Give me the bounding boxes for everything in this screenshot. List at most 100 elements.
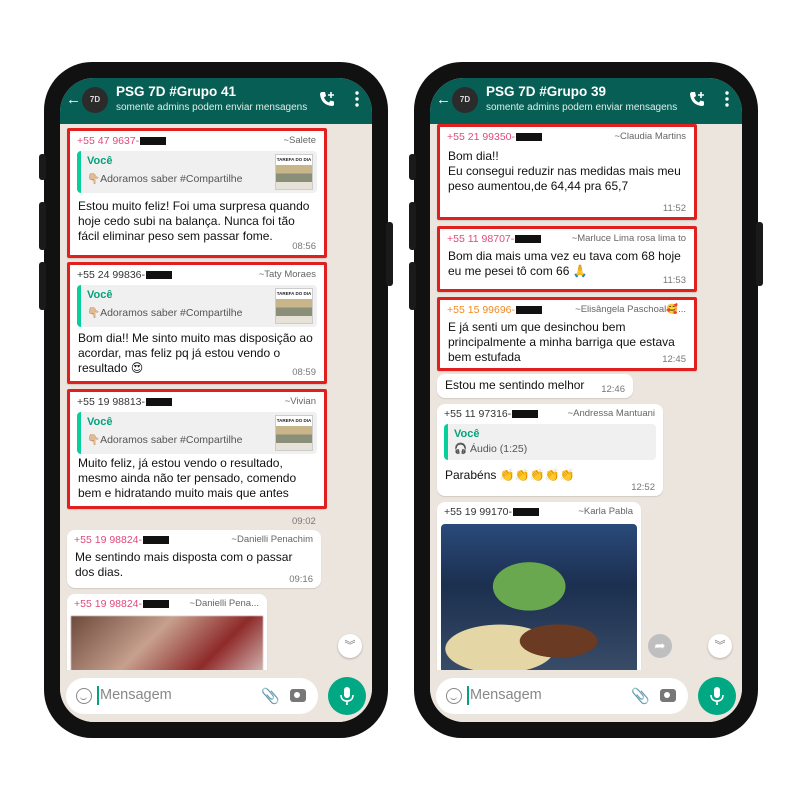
message-input[interactable]: Mensagem — [100, 687, 172, 703]
message-bubble[interactable]: Estou me sentindo melhor 12:46 — [437, 374, 633, 398]
forward-icon[interactable]: ➦ — [648, 634, 672, 658]
quote-author: Você — [87, 289, 113, 301]
sender-number: +55 11 98707- — [447, 233, 542, 245]
add-call-icon[interactable] — [318, 90, 336, 108]
quote-thumbnail: TAREFA DO DIA — [275, 154, 313, 190]
message-input[interactable]: Mensagem — [470, 687, 542, 703]
message-bubble[interactable]: +55 19 98824- ~Danielli Pena... — [67, 594, 267, 670]
emoji-icon[interactable] — [446, 688, 462, 704]
more-options-icon[interactable] — [354, 90, 360, 108]
sender-alias: ~Claudia Martins — [614, 131, 686, 142]
sender-number: +55 19 99170- — [444, 506, 540, 518]
quote-thumbnail: TAREFA DO DIA — [275, 288, 313, 324]
camera-icon[interactable] — [660, 689, 676, 702]
sender-alias: ~Salete — [283, 135, 317, 146]
image-attachment[interactable] — [71, 616, 263, 670]
quote-text: 🎧 Áudio (1:25) — [454, 443, 528, 455]
sender-number: +55 11 97316- — [444, 408, 539, 420]
chat-header: ← 7D PSG 7D #Grupo 41 somente admins pod… — [60, 78, 372, 124]
image-attachment[interactable] — [441, 524, 637, 670]
sender-number: +55 47 9637- — [77, 135, 167, 147]
phone-left: ← 7D PSG 7D #Grupo 41 somente admins pod… — [39, 62, 393, 738]
message-text: Muito feliz, já estou vendo o resultado,… — [78, 456, 297, 500]
microphone-icon — [710, 687, 724, 705]
message-bubble[interactable]: +55 15 99696- ~Elisângela Paschoal🥰... E… — [437, 297, 697, 371]
message-time: 09:02 — [292, 516, 316, 527]
message-time: 12:52 — [631, 482, 655, 493]
back-arrow-icon[interactable]: ← — [66, 91, 81, 108]
message-bubble[interactable]: +55 19 98824- ~Danielli Penachim Me sent… — [67, 530, 321, 588]
quoted-message[interactable]: Você 👇🏼Adoramos saber #Compartilhe TAREF… — [77, 285, 317, 327]
attach-icon[interactable]: 📎 — [631, 687, 650, 705]
message-text: Bom dia!! Eu consegui reduzir nas medida… — [448, 149, 681, 193]
more-options-icon[interactable] — [724, 90, 730, 108]
composer-bar: Mensagem 📎 — [430, 670, 742, 722]
quote-author: Você — [87, 155, 113, 167]
group-subtitle: somente admins podem enviar mensagens — [486, 102, 678, 113]
message-time: 09:16 — [289, 574, 313, 585]
quoted-message[interactable]: Você 🎧 Áudio (1:25) — [444, 424, 656, 460]
chat-screen: ← 7D PSG 7D #Grupo 39 somente admins pod… — [430, 78, 742, 722]
group-title[interactable]: PSG 7D #Grupo 39 — [486, 84, 606, 99]
phone-side-button — [409, 202, 416, 250]
scroll-down-icon[interactable]: ︾ — [338, 634, 362, 658]
quote-text: 👇🏼Adoramos saber #Compartilhe — [87, 307, 243, 319]
add-call-icon[interactable] — [688, 90, 706, 108]
text-caret — [97, 686, 99, 705]
message-input-box[interactable]: Mensagem 📎 — [66, 678, 318, 714]
phone-side-button — [756, 222, 763, 286]
mic-button[interactable] — [328, 677, 366, 715]
phone-side-button — [386, 222, 393, 286]
group-avatar[interactable]: 7D — [452, 87, 478, 113]
message-list[interactable]: +55 47 9637- ~Salete Você 👇🏼Adoramos sab… — [60, 124, 372, 670]
quoted-message[interactable]: Você 👇🏼Adoramos saber #Compartilhe TAREF… — [77, 412, 317, 454]
sender-alias: ~Danielli Pena... — [189, 598, 259, 609]
message-input-box[interactable]: Mensagem 📎 — [436, 678, 688, 714]
sender-alias: ~Marluce Lima rosa lima to — [571, 233, 686, 244]
message-text: Estou muito feliz! Foi uma surpresa quan… — [78, 199, 310, 243]
scroll-down-icon[interactable]: ︾ — [708, 634, 732, 658]
phone-side-button — [409, 262, 416, 310]
quote-text: 👇🏼Adoramos saber #Compartilhe — [87, 173, 243, 185]
message-bubble[interactable]: +55 47 9637- ~Salete Você 👇🏼Adoramos sab… — [67, 128, 327, 258]
message-text: Bom dia mais uma vez eu tava com 68 hoje… — [448, 249, 681, 278]
phone-right: ← 7D PSG 7D #Grupo 39 somente admins pod… — [409, 62, 763, 738]
attach-icon[interactable]: 📎 — [261, 687, 280, 705]
group-avatar[interactable]: 7D — [82, 87, 108, 113]
quote-author: Você — [87, 416, 113, 428]
back-arrow-icon[interactable]: ← — [436, 91, 451, 108]
composer-bar: Mensagem 📎 — [60, 670, 372, 722]
message-text: Estou me sentindo melhor — [445, 378, 585, 392]
message-text: Bom dia!! Me sinto muito mas disposição … — [78, 331, 313, 375]
phone-side-button — [39, 154, 46, 180]
camera-icon[interactable] — [290, 689, 306, 702]
chat-header: ← 7D PSG 7D #Grupo 39 somente admins pod… — [430, 78, 742, 124]
message-time: 08:59 — [292, 367, 316, 378]
message-bubble[interactable]: +55 11 97316- ~Andressa Mantuani Você 🎧 … — [437, 404, 663, 496]
microphone-icon — [340, 687, 354, 705]
quote-text: 👇🏼Adoramos saber #Compartilhe — [87, 434, 243, 446]
message-bubble[interactable]: +55 21 99350- ~Claudia Martins Bom dia!!… — [437, 124, 697, 220]
phone-side-button — [39, 202, 46, 250]
message-list[interactable]: +55 21 99350- ~Claudia Martins Bom dia!!… — [430, 124, 742, 670]
chat-screen: ← 7D PSG 7D #Grupo 41 somente admins pod… — [60, 78, 372, 722]
emoji-icon[interactable] — [76, 688, 92, 704]
mic-button[interactable] — [698, 677, 736, 715]
message-text: Me sentindo mais disposta com o passar d… — [75, 550, 293, 579]
message-text: Parabéns 👏👏👏👏👏 — [445, 468, 575, 482]
message-bubble[interactable]: +55 11 98707- ~Marluce Lima rosa lima to… — [437, 226, 697, 292]
quote-author: Você — [454, 428, 480, 440]
message-time: 11:52 — [662, 203, 686, 214]
phone-side-button — [39, 262, 46, 310]
message-bubble[interactable]: +55 19 98813- ~Vivian Você 👇🏼Adoramos sa… — [67, 389, 327, 509]
message-bubble[interactable]: +55 19 99170- ~Karla Pabla — [437, 502, 641, 670]
group-title[interactable]: PSG 7D #Grupo 41 — [116, 84, 236, 99]
message-time: 11:53 — [662, 275, 686, 286]
message-bubble[interactable]: +55 24 99836- ~Taty Moraes Você 👇🏼Adoram… — [67, 262, 327, 384]
sender-alias: ~Karla Pabla — [578, 506, 633, 517]
message-time: 12:46 — [601, 384, 625, 395]
sender-number: +55 24 99836- — [77, 269, 173, 281]
sender-alias: ~Vivian — [284, 396, 316, 407]
quoted-message[interactable]: Você 👇🏼Adoramos saber #Compartilhe TAREF… — [77, 151, 317, 193]
message-time: 12:45 — [662, 354, 686, 365]
